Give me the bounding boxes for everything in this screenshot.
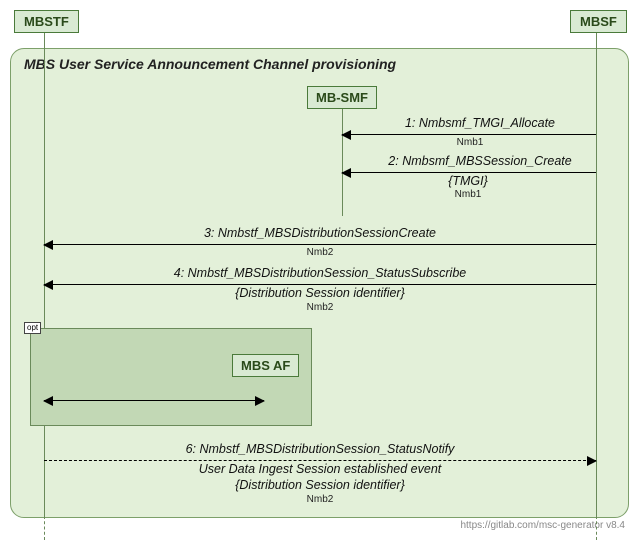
- arrow-head-left-icon: [341, 130, 351, 140]
- arrow-head-left-icon: [43, 396, 53, 406]
- msg4-param: {Distribution Session identifier}: [190, 286, 450, 300]
- lifeline-mbsf-bottom: [596, 516, 597, 540]
- lifeline-mbstf-bottom: [44, 516, 45, 540]
- msg1-arrow: [342, 134, 596, 135]
- msg6-label: 6: Nmbstf_MBSDistributionSession_StatusN…: [130, 442, 510, 456]
- msg4-arrow: [44, 284, 596, 285]
- frame-title: MBS User Service Announcement Channel pr…: [24, 56, 396, 72]
- arrow-head-right-icon: [587, 456, 597, 466]
- participant-mbsmf: MB-SMF: [307, 86, 377, 109]
- msg4-label: 4: Nmbstf_MBSDistributionSession_StatusS…: [110, 266, 530, 280]
- arrow-head-right-icon: [255, 396, 265, 406]
- lifeline-mbsmf: [342, 108, 343, 216]
- msg2-label: 2: Nmbsmf_MBSSession_Create: [360, 154, 600, 168]
- msg2-arrow: [342, 172, 596, 173]
- footer-credit: https://gitlab.com/msc-generator v8.4: [460, 520, 625, 531]
- arrow-head-left-icon: [341, 168, 351, 178]
- lifeline-mbsf: [596, 48, 597, 516]
- arrow-head-left-icon: [43, 280, 53, 290]
- msg3-arrow: [44, 244, 596, 245]
- opt-tag: opt: [24, 322, 41, 334]
- opt-frame: [30, 328, 312, 426]
- msg5-arrow: [44, 400, 264, 401]
- msg6-event: User Data Ingest Session established eve…: [160, 462, 480, 476]
- lifeline-mbsf-top: [596, 32, 597, 48]
- msg6-arrow: [44, 460, 596, 461]
- msg6-param: {Distribution Session identifier}: [190, 478, 450, 492]
- msg6-event-text: User Data Ingest Session established eve…: [199, 462, 442, 476]
- msg1-ref: Nmb1: [450, 137, 490, 148]
- msg1-label: 1: Nmbsmf_TMGI_Allocate: [370, 116, 590, 130]
- msg2-ref: Nmb1: [448, 189, 488, 200]
- arrow-head-left-icon: [43, 240, 53, 250]
- msg3-label: 3: Nmbstf_MBSDistributionSessionCreate: [130, 226, 510, 240]
- lifeline-mbstf-top: [44, 32, 45, 48]
- msg3-ref: Nmb2: [300, 247, 340, 258]
- participant-mbsaf: MBS AF: [232, 354, 299, 377]
- participant-mbstf: MBSTF: [14, 10, 79, 33]
- msg6-ref: Nmb2: [300, 494, 340, 505]
- sequence-diagram: MBSTF MBSF MBS User Service Announcement…: [10, 10, 629, 543]
- msg4-ref: Nmb2: [300, 302, 340, 313]
- participant-mbsf: MBSF: [570, 10, 627, 33]
- msg2-param: {TMGI}: [428, 174, 508, 188]
